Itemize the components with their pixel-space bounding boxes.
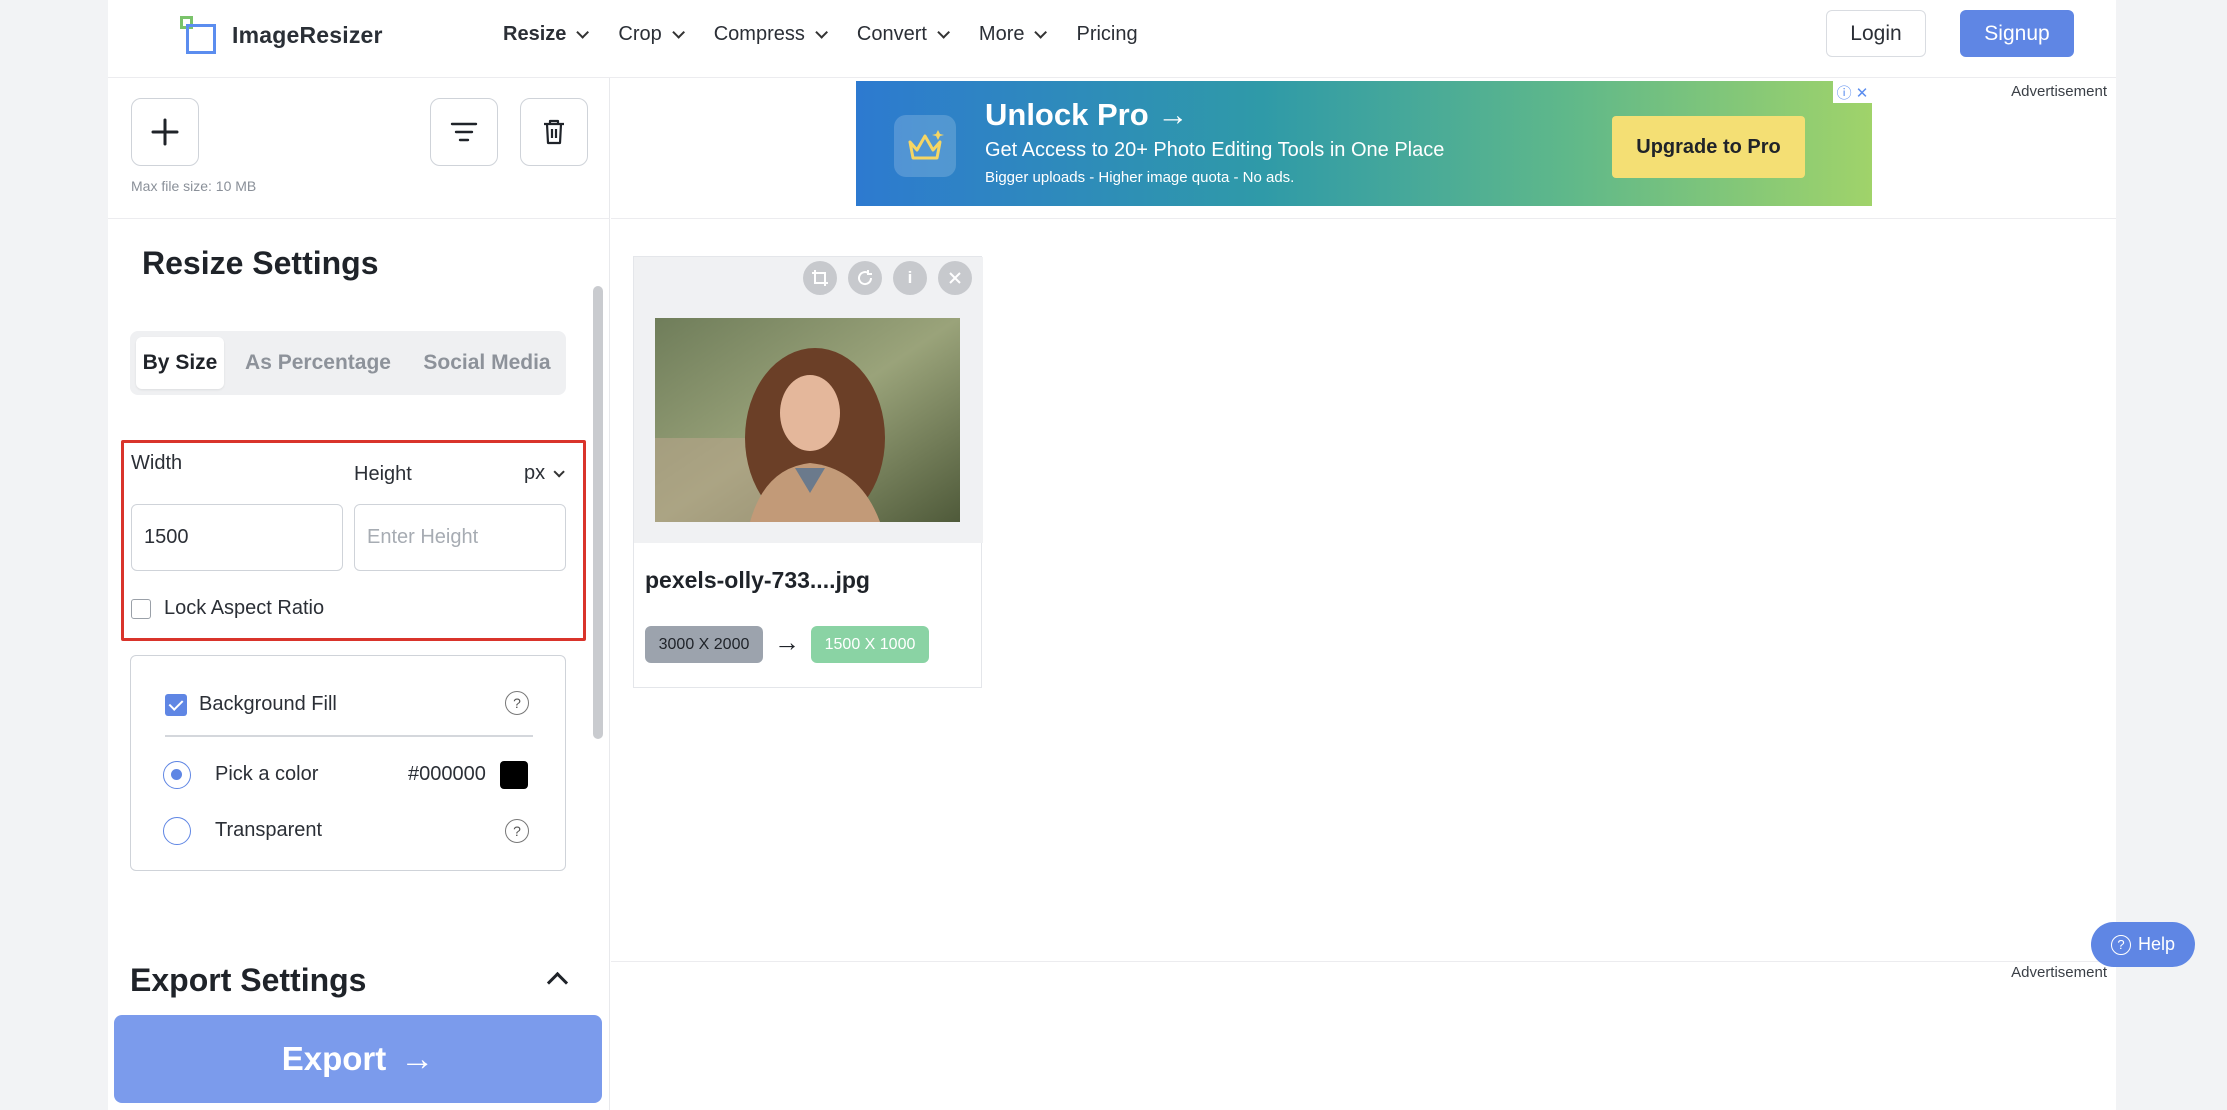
upgrade-to-pro-button[interactable]: Upgrade to Pro	[1612, 116, 1805, 178]
ad-banner[interactable]: Unlock Pro → Get Access to 20+ Photo Edi…	[856, 81, 1872, 206]
color-swatch[interactable]	[500, 761, 528, 789]
chevron-down-icon	[937, 25, 950, 39]
image-preview-area: i	[634, 257, 983, 543]
menu-pricing-label: Pricing	[1076, 22, 1138, 45]
menu-convert[interactable]: Convert	[856, 22, 950, 46]
lock-aspect-checkbox[interactable]	[131, 599, 151, 619]
rotate-icon[interactable]	[848, 261, 882, 295]
color-hex-value[interactable]: #000000	[408, 763, 486, 786]
chevron-down-icon	[1034, 25, 1048, 39]
menu-crop-label: Crop	[618, 22, 662, 45]
signup-button[interactable]: Signup	[1960, 10, 2074, 57]
advertisement-label: Advertisement	[2007, 81, 2111, 102]
sidebar-divider	[108, 218, 610, 219]
tab-social-media[interactable]: Social Media	[414, 337, 560, 389]
menu-more[interactable]: More	[978, 22, 1048, 46]
ad-choices-controls[interactable]: ⓘ ✕	[1833, 81, 1872, 103]
ad-title: Unlock Pro →	[985, 97, 1189, 132]
background-fill-label: Background Fill	[199, 693, 337, 715]
ad-divider	[611, 961, 2116, 962]
logo-icon	[180, 16, 218, 54]
menu-compress[interactable]: Compress	[713, 22, 828, 46]
tab-by-size[interactable]: By Size	[136, 337, 224, 389]
arrow-right-icon: →	[400, 1039, 435, 1078]
pick-color-radio[interactable]	[163, 761, 191, 789]
crown-icon	[894, 115, 956, 177]
tab-as-percentage[interactable]: As Percentage	[238, 337, 398, 389]
chevron-down-icon	[815, 25, 828, 39]
plus-icon	[151, 118, 179, 146]
height-input[interactable]	[354, 504, 566, 571]
ad-small-print: Bigger uploads - Higher image quota - No…	[985, 169, 1295, 186]
unit-value: px	[524, 462, 546, 484]
resize-settings-title: Resize Settings	[142, 245, 379, 281]
login-button[interactable]: Login	[1826, 10, 1926, 57]
close-icon[interactable]	[938, 261, 972, 295]
transparent-label: Transparent	[215, 819, 323, 841]
ad-divider	[611, 218, 2116, 219]
menu-pricing[interactable]: Pricing	[1076, 23, 1137, 46]
panel-divider	[165, 735, 533, 737]
advertisement-label: Advertisement	[2007, 962, 2111, 983]
help-circle-icon[interactable]: ?	[505, 691, 529, 715]
help-circle-icon: ?	[2110, 934, 2131, 955]
menu-resize-label: Resize	[503, 22, 567, 45]
chevron-up-icon[interactable]	[546, 971, 569, 994]
lock-aspect-label: Lock Aspect Ratio	[164, 597, 325, 619]
arrow-right-icon: →	[774, 627, 800, 657]
width-label: Width	[131, 452, 183, 474]
top-nav: ImageResizer Resize Crop Compress Conver…	[108, 0, 2116, 78]
menu-resize[interactable]: Resize	[503, 22, 590, 46]
max-file-size-note: Max file size: 10 MB	[131, 178, 257, 194]
resize-mode-tabs: By Size As Percentage Social Media	[130, 331, 566, 395]
original-size-badge: 3000 X 2000	[645, 626, 763, 663]
trash-icon	[544, 119, 564, 145]
brand-logo[interactable]: ImageResizer	[180, 16, 383, 54]
sort-filter-button[interactable]	[430, 98, 498, 166]
settings-sidebar: Max file size: 10 MB Resize Settings By …	[108, 78, 610, 1110]
sidebar-scrollbar[interactable]	[593, 286, 603, 739]
delete-all-button[interactable]	[520, 98, 588, 166]
menu-convert-label: Convert	[856, 22, 927, 45]
help-button-label: Help	[2137, 934, 2176, 954]
menu-compress-label: Compress	[713, 22, 805, 45]
filter-icon	[450, 122, 478, 142]
background-fill-panel: Background Fill ? Pick a color #000000 T…	[130, 655, 566, 871]
menu-crop[interactable]: Crop	[618, 22, 685, 46]
chevron-down-icon	[671, 25, 685, 39]
menu-more-label: More	[978, 22, 1025, 45]
help-button[interactable]: ? Help	[2091, 922, 2195, 967]
add-image-button[interactable]	[131, 98, 199, 166]
background-fill-checkbox[interactable]	[165, 694, 187, 716]
export-button[interactable]: Export →	[114, 1015, 602, 1103]
pick-color-label: Pick a color	[215, 763, 319, 785]
new-size-badge: 1500 X 1000	[811, 626, 929, 663]
main-menu: Resize Crop Compress Convert More Pricin…	[503, 18, 1171, 50]
chevron-down-icon	[576, 25, 590, 39]
ad-subtitle: Get Access to 20+ Photo Editing Tools in…	[985, 139, 1445, 161]
info-icon[interactable]: i	[893, 261, 927, 295]
transparent-radio[interactable]	[163, 817, 191, 845]
image-filename: pexels-olly-733....jpg	[645, 567, 870, 593]
height-label: Height	[354, 463, 412, 485]
app-window: ImageResizer Resize Crop Compress Conver…	[108, 0, 2116, 1110]
image-thumbnail	[655, 318, 960, 522]
brand-name: ImageResizer	[232, 21, 383, 48]
export-settings-title: Export Settings	[130, 962, 367, 998]
crop-icon[interactable]	[803, 261, 837, 295]
image-card[interactable]: i pexels-olly-733....jpg 3000 X 2000 → 1…	[633, 256, 983, 688]
main-workspace: Unlock Pro → Get Access to 20+ Photo Edi…	[611, 78, 2116, 1110]
unit-select[interactable]: px	[524, 462, 565, 485]
help-circle-icon[interactable]: ?	[505, 819, 529, 843]
width-input[interactable]	[131, 504, 343, 571]
export-button-label: Export	[281, 1040, 387, 1077]
